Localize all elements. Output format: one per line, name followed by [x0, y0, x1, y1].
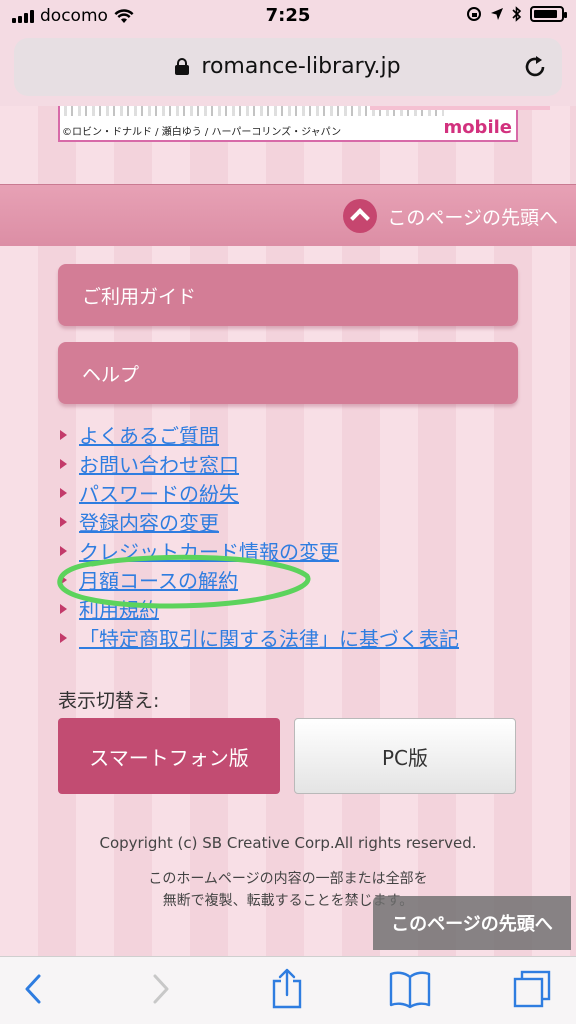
page-top-bar: このページの先頭へ [0, 184, 576, 246]
cancel-monthly-course-link[interactable]: 月額コースの解約 [79, 565, 238, 594]
banner-image[interactable]: ©ロビン・ドナルド / 瀬白ゆう / ハーパーコリンズ・ジャパン mobile [58, 106, 550, 142]
lost-password-link[interactable]: パスワードの紛失 [79, 478, 239, 507]
page-top-link-label: このページの先頭へ [387, 206, 558, 229]
chevron-up-icon [343, 199, 378, 233]
floating-page-top-label: このページの先頭へ [391, 914, 553, 935]
list-item: お問い合わせ窓口 [60, 449, 459, 478]
faq-link[interactable]: よくあるご質問 [79, 420, 219, 449]
change-credit-card-link[interactable]: クレジットカード情報の変更 [79, 536, 339, 565]
triangle-bullet-icon [60, 516, 67, 527]
copy-notice-line-1: このホームページの内容の一部または全部を [148, 871, 428, 887]
triangle-bullet-icon [60, 603, 67, 614]
triangle-bullet-icon [60, 458, 67, 469]
pc-version-label: PC版 [381, 745, 429, 770]
banner-brand: mobile [443, 117, 512, 138]
display-switch-label: 表示切替え: [58, 690, 160, 712]
page-top-link[interactable]: このページの先頭へ [343, 199, 558, 233]
triangle-bullet-icon [60, 545, 67, 556]
usage-guide-label: ご利用ガイド [82, 286, 197, 308]
help-label: ヘルプ [82, 364, 140, 386]
list-item: クレジットカード情報の変更 [60, 536, 459, 565]
usage-guide-button[interactable]: ご利用ガイド [58, 264, 518, 326]
list-item: 月額コースの解約 [60, 565, 459, 594]
status-bar: docomo 7:25 [0, 0, 576, 34]
battery-icon [530, 6, 567, 22]
list-item: パスワードの紛失 [60, 478, 459, 507]
help-button[interactable]: ヘルプ [58, 342, 518, 404]
orientation-lock-icon [467, 7, 481, 21]
address-bar[interactable]: romance-library.jp [14, 38, 562, 96]
list-item: 「特定商取引に関する法律」に基づく表記 [60, 623, 459, 652]
list-item: 利用規約 [60, 594, 459, 623]
triangle-bullet-icon [60, 487, 67, 498]
address-bar-area: romance-library.jp [0, 34, 576, 106]
change-registration-link[interactable]: 登録内容の変更 [79, 507, 219, 536]
triangle-bullet-icon [60, 632, 67, 643]
commercial-law-link[interactable]: 「特定商取引に関する法律」に基づく表記 [79, 623, 459, 652]
smartphone-version-label: スマートフォン版 [89, 745, 249, 770]
triangle-bullet-icon [60, 574, 67, 585]
banner-credit: ©ロビン・ドナルド / 瀬白ゆう / ハーパーコリンズ・ジャパン [62, 127, 342, 138]
copyright-text: Copyright (c) SB Creative Corp.All right… [99, 834, 477, 852]
url-text: romance-library.jp [201, 54, 401, 79]
browser-toolbar [0, 956, 576, 1024]
list-item: 登録内容の変更 [60, 507, 459, 536]
bookmarks-icon[interactable] [388, 969, 432, 1009]
back-icon[interactable] [22, 971, 46, 1007]
lock-icon [175, 58, 190, 75]
triangle-bullet-icon [60, 429, 67, 440]
share-icon[interactable] [270, 967, 304, 1009]
pc-version-button[interactable]: PC版 [294, 718, 516, 794]
forward-icon[interactable] [148, 971, 172, 1007]
list-item: よくあるご質問 [60, 420, 459, 449]
reload-icon[interactable] [522, 54, 548, 80]
web-page: ©ロビン・ドナルド / 瀬白ゆう / ハーパーコリンズ・ジャパン mobile … [0, 106, 576, 956]
smartphone-version-button[interactable]: スマートフォン版 [58, 718, 280, 794]
bluetooth-icon [512, 6, 522, 22]
help-link-list: よくあるご質問 お問い合わせ窓口 パスワードの紛失 登録内容の変更 クレジットカ… [60, 420, 459, 652]
terms-of-use-link[interactable]: 利用規約 [79, 594, 159, 623]
contact-link[interactable]: お問い合わせ窓口 [79, 449, 239, 478]
location-icon [491, 8, 503, 20]
floating-page-top-button[interactable]: このページの先頭へ [373, 896, 571, 950]
tabs-icon[interactable] [512, 969, 552, 1009]
